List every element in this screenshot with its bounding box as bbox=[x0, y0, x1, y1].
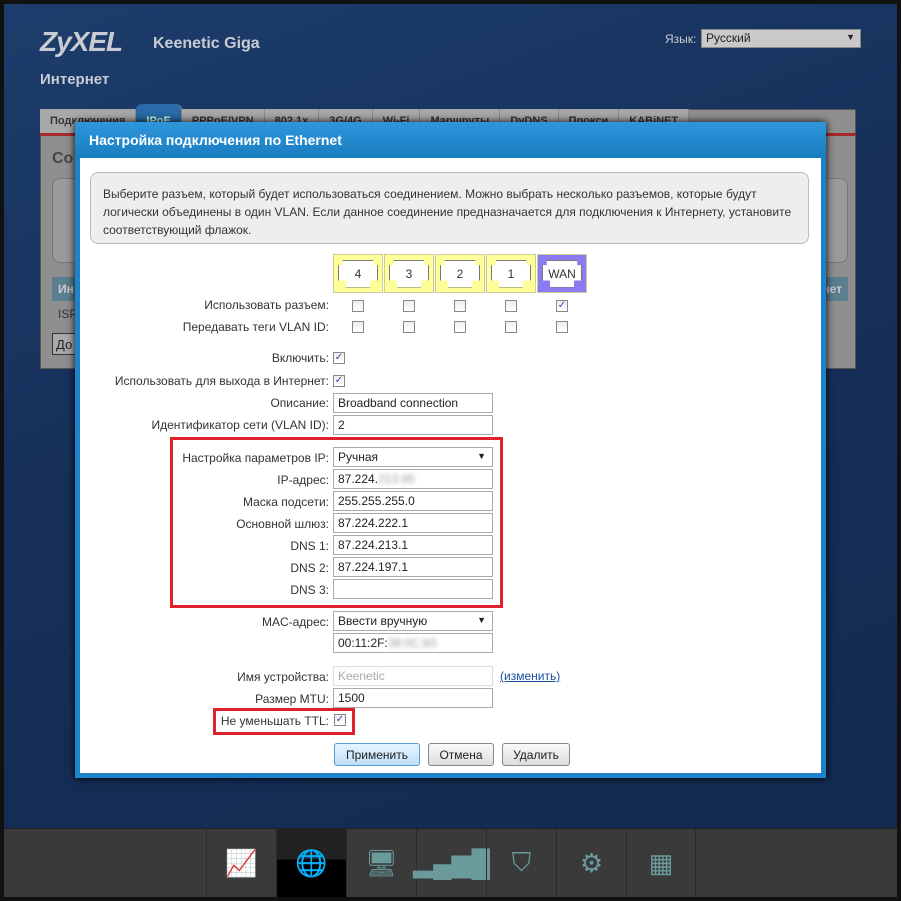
port-wan: WAN bbox=[537, 254, 587, 293]
dns1-input[interactable]: 87.224.213.1 bbox=[333, 535, 493, 555]
ip-mode-select[interactable]: Ручная ▼ bbox=[333, 447, 493, 467]
gateway-input[interactable]: 87.224.222.1 bbox=[333, 513, 493, 533]
ip-mode-label: Настройка параметров IP: bbox=[182, 451, 329, 465]
ip-mode-value: Ручная bbox=[338, 450, 379, 464]
vlan-id-label: Идентификатор сети (VLAN ID): bbox=[151, 418, 330, 432]
background-heading: Со bbox=[52, 150, 74, 167]
internet-checkbox[interactable]: ✓ bbox=[333, 375, 345, 387]
dns1-label: DNS 1: bbox=[290, 539, 329, 553]
globe-icon[interactable]: 🌐 bbox=[276, 828, 346, 898]
ip-blurred: 213.95 bbox=[378, 472, 415, 486]
ethernet-port-icon: 2 bbox=[440, 259, 480, 288]
use-port-checkbox[interactable] bbox=[454, 300, 466, 312]
chevron-down-icon: ▼ bbox=[477, 615, 486, 625]
apply-button[interactable]: Применить bbox=[334, 743, 420, 766]
shield-icon[interactable]: ⛉ bbox=[486, 828, 556, 898]
vlan-tag-checkbox[interactable] bbox=[403, 321, 415, 333]
model-name: Keenetic Giga bbox=[153, 35, 260, 52]
mac-label: MAC-адрес: bbox=[261, 615, 329, 629]
mac-blurred: 38:0C:83 bbox=[387, 636, 437, 650]
apps-grid-icon[interactable]: ▦ bbox=[626, 828, 696, 898]
device-name-input: Keenetic bbox=[333, 666, 493, 686]
mac-value: 00:11:2F: bbox=[338, 636, 388, 650]
language-select[interactable]: Русский ▼ bbox=[701, 29, 861, 48]
ip-address-input[interactable]: 87.224.213.95 bbox=[333, 469, 493, 489]
use-port-checkbox[interactable] bbox=[352, 300, 364, 312]
vlan-tag-checkbox[interactable] bbox=[505, 321, 517, 333]
ttl-label: Не уменьшать TTL: bbox=[220, 714, 329, 728]
delete-button[interactable]: Удалить bbox=[502, 743, 570, 766]
page-title: Интернет bbox=[40, 71, 110, 88]
mtu-label: Размер MTU: bbox=[255, 692, 329, 706]
description-input[interactable]: Broadband connection bbox=[333, 393, 493, 413]
ethernet-port-icon: 3 bbox=[389, 259, 429, 288]
mac-mode-select[interactable]: Ввести вручную ▼ bbox=[333, 611, 493, 631]
mac-mode-value: Ввести вручную bbox=[338, 614, 428, 628]
enable-checkbox[interactable]: ✓ bbox=[333, 352, 345, 364]
ethernet-port-icon: WAN bbox=[542, 259, 582, 288]
port-1: 1 bbox=[486, 254, 536, 293]
ethernet-port-icon: 4 bbox=[338, 259, 378, 288]
subnet-mask-label: Маска подсети: bbox=[242, 495, 329, 509]
use-port-checkbox[interactable] bbox=[403, 300, 415, 312]
vlan-tag-checkbox[interactable] bbox=[454, 321, 466, 333]
use-port-label: Использовать разъем: bbox=[204, 298, 329, 312]
mac-input[interactable]: 00:11:2F:38:0C:83 bbox=[333, 633, 493, 653]
vlan-tag-checkbox[interactable] bbox=[352, 321, 364, 333]
port-2: 2 bbox=[435, 254, 485, 293]
internet-label: Использовать для выхода в Интернет: bbox=[114, 374, 329, 388]
subnet-mask-input[interactable]: 255.255.255.0 bbox=[333, 491, 493, 511]
ip-value: 87.224. bbox=[338, 472, 379, 486]
language-label: Язык: bbox=[665, 32, 697, 46]
ip-address-label: IP-адрес: bbox=[277, 473, 329, 487]
port-4: 4 bbox=[333, 254, 383, 293]
computers-icon[interactable]: 🖥 bbox=[346, 828, 416, 898]
zyxel-logo: ZyXEL bbox=[40, 26, 123, 57]
signal-bars-icon[interactable]: ▂▄▆█ bbox=[413, 828, 490, 898]
chevron-down-icon: ▼ bbox=[477, 451, 486, 461]
dns3-label: DNS 3: bbox=[290, 583, 329, 597]
port-3: 3 bbox=[384, 254, 434, 293]
info-box: Выберите разъем, который будет использов… bbox=[90, 172, 809, 244]
device-name-label: Имя устройства: bbox=[237, 670, 329, 684]
vlan-tags-label: Передавать теги VLAN ID: bbox=[182, 320, 329, 334]
ethernet-port-icon: 1 bbox=[491, 259, 531, 288]
vlan-id-input[interactable]: 2 bbox=[333, 415, 493, 435]
dns2-input[interactable]: 87.224.197.1 bbox=[333, 557, 493, 577]
cancel-button[interactable]: Отмена bbox=[428, 743, 494, 766]
chevron-down-icon: ▼ bbox=[846, 32, 855, 42]
mtu-input[interactable]: 1500 bbox=[333, 688, 493, 708]
language-value: Русский bbox=[706, 31, 751, 45]
column-header: Ин bbox=[58, 282, 74, 296]
dialog-title: Настройка подключения по Ethernet bbox=[75, 122, 826, 158]
change-device-name-link[interactable]: (изменить) bbox=[500, 669, 560, 683]
gateway-label: Основной шлюз: bbox=[236, 517, 329, 531]
use-port-checkbox[interactable]: ✓ bbox=[556, 300, 568, 312]
gear-icon[interactable]: ⚙ bbox=[556, 828, 626, 898]
vlan-tag-checkbox[interactable] bbox=[556, 321, 568, 333]
dns3-input[interactable] bbox=[333, 579, 493, 599]
use-port-checkbox[interactable] bbox=[505, 300, 517, 312]
monitor-chart-icon[interactable]: 📈 bbox=[206, 828, 276, 898]
enable-label: Включить: bbox=[271, 351, 329, 365]
ttl-checkbox[interactable]: ✓ bbox=[334, 714, 346, 726]
description-label: Описание: bbox=[270, 396, 329, 410]
dns2-label: DNS 2: bbox=[290, 561, 329, 575]
